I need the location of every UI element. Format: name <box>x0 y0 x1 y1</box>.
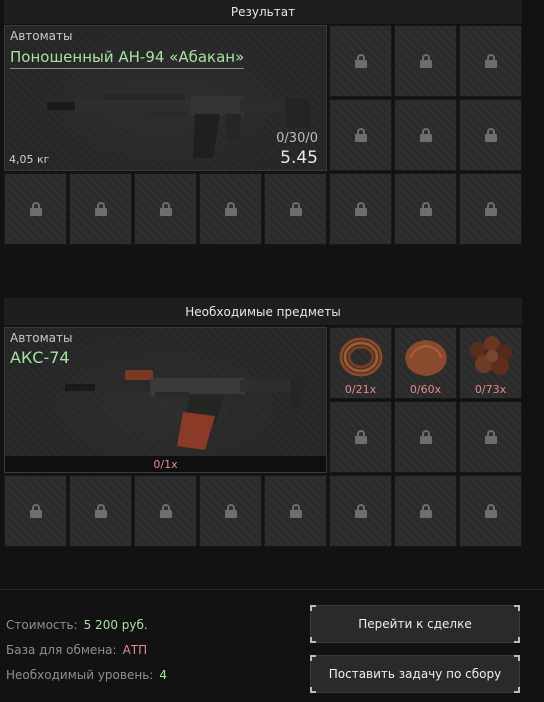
base-row: База для обмена: АТП <box>6 643 147 657</box>
lock-icon <box>354 504 367 518</box>
resource-count: 0/21x <box>344 383 377 396</box>
lock-icon <box>224 504 237 518</box>
locked-slot <box>394 25 457 97</box>
locked-slot <box>459 25 522 97</box>
copper-wire-icon <box>339 337 383 377</box>
cost-row: Стоимость: 5 200 руб. <box>6 618 148 632</box>
locked-slot <box>394 401 457 473</box>
result-header: Результат <box>4 0 522 24</box>
locked-slot <box>329 173 392 245</box>
lock-icon <box>29 504 42 518</box>
an94-rifle-image <box>47 94 310 158</box>
locked-slot <box>134 475 197 547</box>
locked-slot <box>4 173 67 245</box>
item-name: АКС-74 <box>10 348 70 367</box>
cost-value: 5 200 руб. <box>83 618 148 632</box>
lock-icon <box>29 202 42 216</box>
rusty-scrap-icon <box>470 336 512 375</box>
leather-icon <box>405 340 447 376</box>
locked-slot <box>329 475 392 547</box>
lock-icon <box>354 128 367 142</box>
resource-slot-leather[interactable]: 0/60x <box>394 327 457 399</box>
lock-icon <box>419 430 432 444</box>
lock-icon <box>419 54 432 68</box>
lock-icon <box>94 504 107 518</box>
locked-slot <box>459 401 522 473</box>
locked-slot <box>329 25 392 97</box>
lock-icon <box>94 202 107 216</box>
locked-slot <box>329 99 392 171</box>
lock-icon <box>484 430 497 444</box>
resource-count: 0/73x <box>474 383 507 396</box>
locked-slot <box>69 173 132 245</box>
set-task-label: Поставить задачу по сбору <box>328 667 502 681</box>
lock-icon <box>159 504 172 518</box>
required-header: Необходимые предметы <box>4 298 522 325</box>
lock-icon <box>484 504 497 518</box>
lock-icon <box>354 202 367 216</box>
locked-slot <box>199 475 262 547</box>
ammo-count: 0/30/0 <box>276 131 318 146</box>
lock-icon <box>484 54 497 68</box>
set-collection-task-button[interactable]: Поставить задачу по сбору <box>310 655 520 693</box>
item-weight: 4,05 кг <box>9 153 50 166</box>
resource-count: 0/60x <box>409 383 442 396</box>
locked-slot <box>264 173 327 245</box>
resource-slot-copper-wire[interactable]: 0/21x <box>329 327 392 399</box>
item-category: Автоматы <box>10 29 73 43</box>
go-to-deal-button[interactable]: Перейти к сделке <box>310 605 520 643</box>
required-title: Необходимые предметы <box>185 304 341 319</box>
item-category: Автоматы <box>10 331 73 345</box>
locked-slot <box>69 475 132 547</box>
locked-slot <box>459 173 522 245</box>
lock-icon <box>419 202 432 216</box>
level-row: Необходимый уровень: 4 <box>6 668 167 682</box>
caliber-label: 5.45 <box>280 148 318 168</box>
lock-icon <box>354 430 367 444</box>
required-main-item-card[interactable]: Автоматы АКС-74 0/1x <box>4 327 327 473</box>
locked-slot <box>134 173 197 245</box>
locked-slot <box>459 475 522 547</box>
main-item-count: 0/1x <box>153 457 178 471</box>
lock-icon <box>484 128 497 142</box>
locked-slot <box>4 475 67 547</box>
locked-slot <box>329 401 392 473</box>
lock-icon <box>484 202 497 216</box>
main-item-count-bar: 0/1x <box>5 456 326 472</box>
aks74-rifle-image <box>65 370 302 450</box>
item-name: Поношенный АН-94 «Абакан» <box>10 48 245 69</box>
lock-icon <box>289 202 302 216</box>
locked-slot <box>394 173 457 245</box>
cost-label: Стоимость: <box>6 618 78 632</box>
footer-divider <box>0 589 544 590</box>
locked-slot <box>394 475 457 547</box>
go-to-deal-label: Перейти к сделке <box>358 617 472 631</box>
locked-slot <box>264 475 327 547</box>
resource-slot-rusty-scrap[interactable]: 0/73x <box>459 327 522 399</box>
locked-slot <box>459 99 522 171</box>
result-title: Результат <box>230 5 296 19</box>
locked-slot <box>199 173 262 245</box>
lock-icon <box>159 202 172 216</box>
base-value: АТП <box>122 643 148 657</box>
level-label: Необходимый уровень: <box>6 668 154 682</box>
lock-icon <box>419 128 432 142</box>
lock-icon <box>354 54 367 68</box>
locked-slot <box>394 99 457 171</box>
lock-icon <box>224 202 237 216</box>
lock-icon <box>419 504 432 518</box>
base-label: База для обмена: <box>6 643 117 657</box>
level-value: 4 <box>159 668 167 682</box>
result-item-card[interactable]: Автоматы Поношенный АН-94 «Абакан» 0/30/… <box>4 25 327 171</box>
lock-icon <box>289 504 302 518</box>
